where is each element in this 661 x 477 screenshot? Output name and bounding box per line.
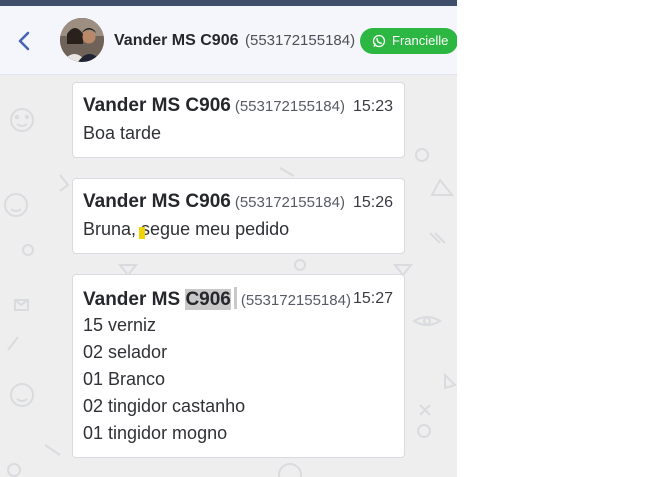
- message-author: Vander MS C906: [83, 191, 231, 212]
- connection-chip[interactable]: Francielle: [360, 28, 457, 54]
- message-phone: (553172155184): [240, 292, 351, 309]
- avatar: [60, 18, 104, 62]
- chevron-left-icon: [18, 31, 30, 51]
- whatsapp-icon: [372, 34, 386, 48]
- message-text[interactable]: Bruna, segue meu pedido: [83, 216, 289, 243]
- connection-label: Francielle: [392, 33, 449, 48]
- message-header: Vander MS C906 (553172155184): [83, 287, 351, 311]
- message-line: 02 selador: [83, 342, 168, 362]
- selected-text: C906: [185, 289, 231, 310]
- message-line: 01 tingidor mogno: [83, 423, 228, 443]
- chat-panel: Vander MS C906 (553172155184) Francielle: [0, 0, 457, 477]
- message-line: 15 verniz: [83, 315, 157, 335]
- message-header: Vander MS C906 (553172155184): [83, 95, 345, 117]
- message-line: 01 Branco: [83, 369, 166, 389]
- text-cursor-marker: [139, 227, 145, 239]
- message-author: Vander MS C906: [83, 289, 231, 310]
- message-time: 15:26: [352, 194, 393, 211]
- back-button[interactable]: [12, 28, 38, 54]
- message-phone: (553172155184): [234, 98, 345, 115]
- message-author-prefix: Vander MS: [83, 289, 181, 310]
- message-bubble[interactable]: Vander MS C906 (553172155184) 15:23 Boa t…: [72, 82, 405, 158]
- message-line: Boa tarde: [83, 123, 162, 143]
- message-header: Vander MS C906 (553172155184): [83, 191, 345, 213]
- message-bubble[interactable]: Vander MS C906 (553172155184) 15:27 15 ve…: [72, 274, 405, 458]
- message-time: 15:27: [352, 290, 393, 307]
- message-line: Bruna, segue meu pedido: [83, 219, 290, 239]
- selection-caret: [233, 287, 237, 309]
- message-text[interactable]: 15 verniz 02 selador 01 Branco 02 tingid…: [83, 312, 245, 447]
- chat-header: Vander MS C906 (553172155184) Francielle: [0, 6, 457, 75]
- contact-phone: (553172155184): [245, 32, 356, 49]
- contact-name: Vander MS C906: [114, 32, 239, 49]
- message-text[interactable]: Boa tarde: [83, 120, 161, 147]
- message-author: Vander MS C906: [83, 95, 231, 116]
- message-time: 15:23: [352, 98, 393, 115]
- message-bubble[interactable]: Vander MS C906 (553172155184) 15:26 Bruna…: [72, 178, 405, 254]
- message-phone: (553172155184): [234, 194, 345, 211]
- message-line: 02 tingidor castanho: [83, 396, 246, 416]
